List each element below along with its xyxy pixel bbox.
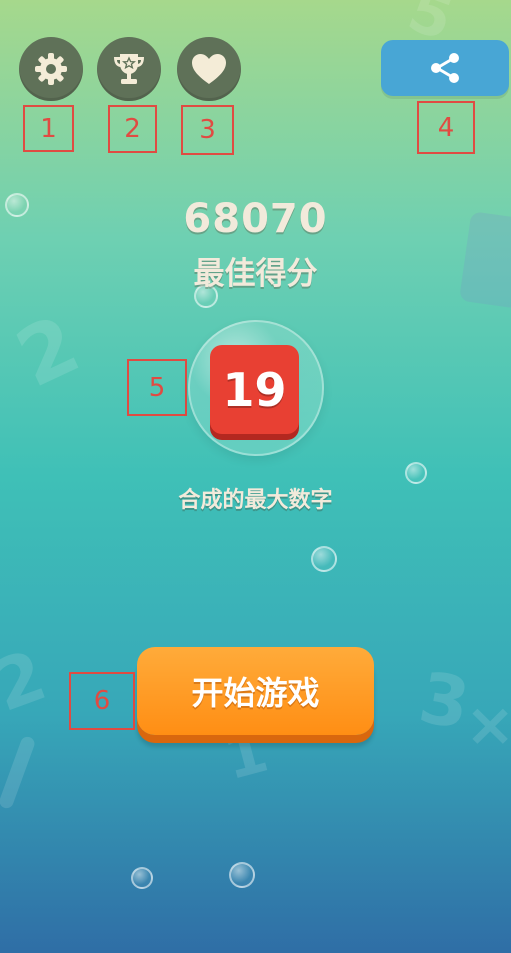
best-score-label: 最佳得分	[193, 256, 318, 292]
annotation-marker-5: 5	[127, 359, 187, 416]
background-glyph-decoration	[0, 734, 37, 811]
annotation-marker-2: 2	[108, 105, 157, 153]
annotation-marker-3: 3	[181, 105, 234, 155]
background-glyph-decoration: 2	[0, 634, 57, 728]
max-number-value: 19	[222, 362, 287, 417]
max-number-label: 合成的最大数字	[178, 488, 333, 513]
game-start-screen: 5 2 2 1 3 × 1 2 3 4 5 6 68070 最佳得分 19 合成…	[0, 0, 511, 953]
best-score-value: 68070	[183, 196, 328, 242]
air-bubble	[311, 546, 337, 572]
air-bubble	[131, 867, 153, 889]
heart-icon	[192, 54, 226, 84]
start-game-label: 开始游戏	[191, 674, 320, 712]
annotation-marker-6: 6	[69, 672, 135, 730]
background-glyph-decoration: ×	[465, 690, 511, 760]
max-number-tile: 19	[210, 345, 299, 434]
share-icon	[431, 53, 459, 83]
start-game-button[interactable]: 开始游戏	[137, 647, 374, 735]
trophy-icon	[114, 54, 144, 84]
annotation-marker-1: 1	[23, 105, 74, 152]
leaderboard-button[interactable]	[97, 37, 161, 101]
background-glyph-decoration: 2	[2, 297, 93, 406]
share-button[interactable]	[381, 40, 509, 96]
gear-icon	[35, 53, 67, 85]
settings-button[interactable]	[19, 37, 83, 101]
air-bubble	[229, 862, 255, 888]
like-button[interactable]	[177, 37, 241, 101]
annotation-marker-4: 4	[417, 101, 475, 154]
air-bubble	[405, 462, 427, 484]
